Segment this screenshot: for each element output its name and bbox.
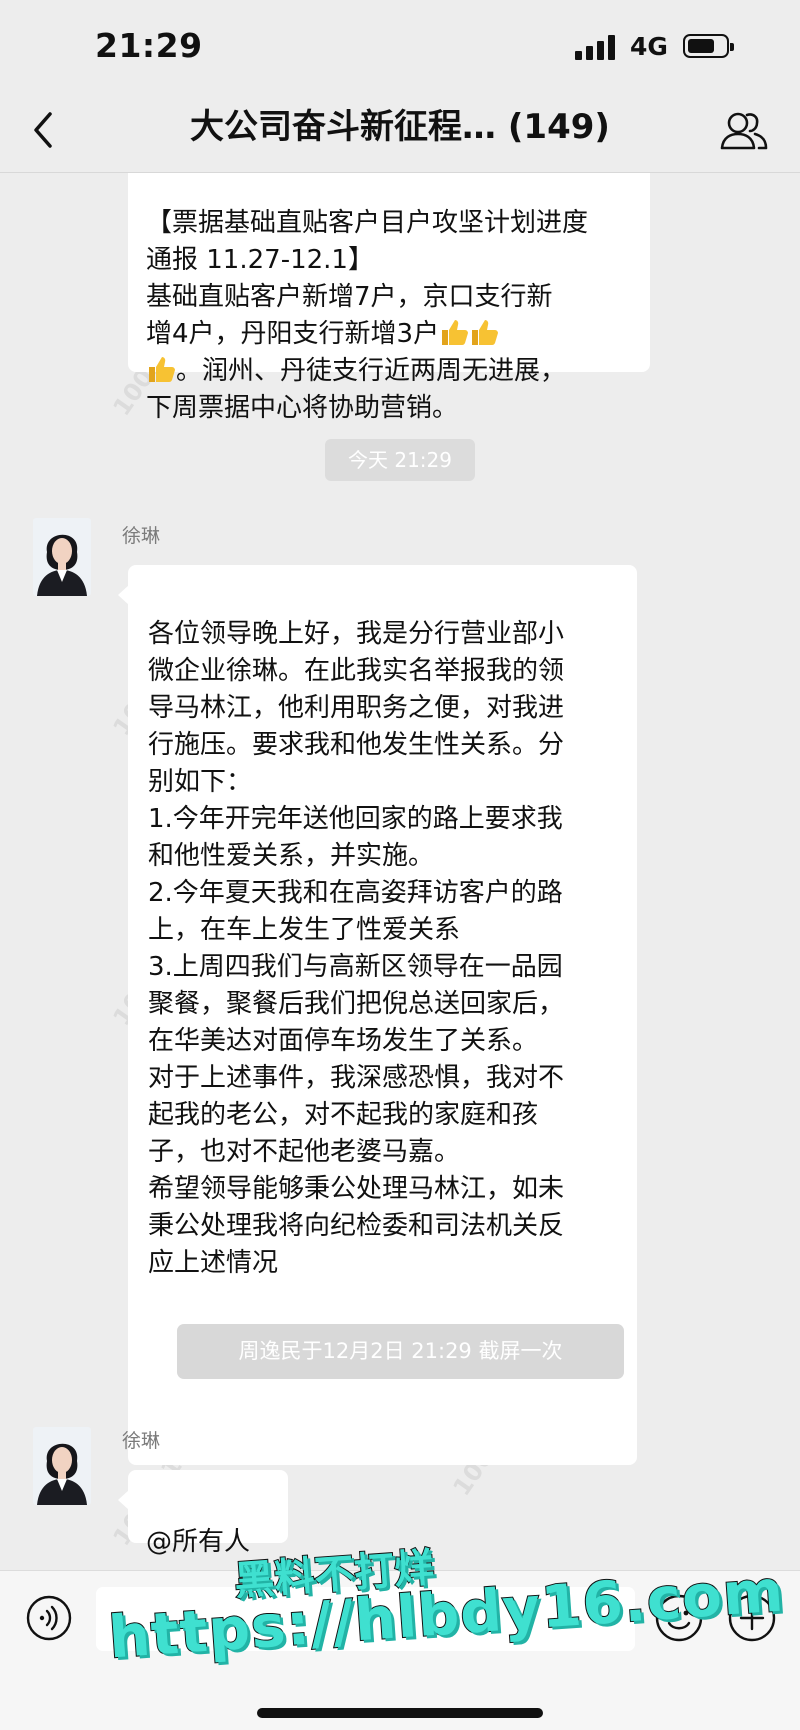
avatar-photo	[33, 518, 91, 596]
voice-icon	[26, 1595, 72, 1641]
chevron-left-icon	[34, 112, 52, 148]
back-button[interactable]	[22, 102, 72, 158]
status-bar: 21:29 4G	[0, 0, 800, 90]
voice-button[interactable]	[25, 1594, 73, 1642]
message-text: 。润州、丹徒支行近两周无进展， 下周票据中心将协助营销。	[146, 356, 567, 423]
sender-name: 徐琳	[122, 525, 161, 547]
thumbs-up-icon	[149, 357, 175, 382]
message-list[interactable]: 1005013 董玦 1005013 董玦 1005013 董玦 1005013…	[0, 173, 800, 1568]
thumbs-up-icon	[442, 320, 469, 345]
message-bubble[interactable]: 【票据基础直贴客户目户攻坚计划进度 通报 11.27-12.1】 基础直贴客户新…	[128, 173, 650, 423]
message-text: 【票据基础直贴客户目户攻坚计划进度 通报 11.27-12.1】 基础直贴客户新…	[146, 208, 589, 349]
home-indicator	[257, 1708, 543, 1718]
avatar-photo	[33, 1427, 91, 1505]
group-members-button[interactable]	[717, 104, 771, 158]
avatar[interactable]	[33, 1427, 91, 1505]
network-type: 4G	[630, 32, 668, 61]
group-members-icon	[720, 112, 768, 150]
message-text: 各位领导晚上好，我是分行营业部小 微企业徐琳。在此我实名举报我的领 导马林江，他…	[148, 619, 565, 1278]
signal-icon	[575, 34, 617, 60]
sender-name: 徐琳	[122, 1430, 161, 1452]
group-title: 大公司奋斗新征程… (149)	[190, 107, 610, 147]
thumbs-up-icon	[472, 320, 499, 345]
chat-header: 大公司奋斗新征程… (149)	[0, 90, 800, 173]
message-bubble[interactable]: @所有人	[118, 1470, 288, 1557]
avatar[interactable]	[33, 518, 91, 596]
time-divider: 今天 21:29	[325, 439, 475, 481]
battery-icon	[683, 34, 734, 58]
screenshot-notice: 周逸民于12月2日 21:29 截屏一次	[177, 1324, 624, 1379]
status-time: 21:29	[95, 26, 203, 65]
